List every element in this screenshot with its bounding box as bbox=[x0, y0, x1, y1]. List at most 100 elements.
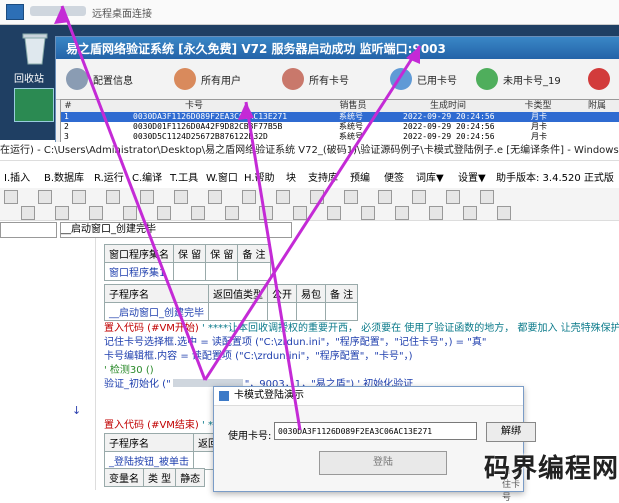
unbind-button[interactable]: 解绑 bbox=[486, 422, 536, 442]
unused-cards-button[interactable]: 未用卡号_19 bbox=[476, 63, 561, 95]
toolbar-button[interactable] bbox=[293, 206, 307, 220]
toolbar-button[interactable] bbox=[72, 190, 86, 204]
toolbar-button[interactable] bbox=[497, 206, 511, 220]
card-table[interactable]: # 卡号 销售员 生成时间 卡类型 附属 1 0030DA3F1126D089F… bbox=[60, 99, 619, 145]
toolbar-button[interactable] bbox=[310, 190, 324, 204]
code-line[interactable]: 置入代码 (#VM开始) ' ****让本回收调授权的重要开西， 必须要在 使用… bbox=[104, 319, 619, 334]
toolbar-button[interactable] bbox=[242, 190, 256, 204]
cell[interactable] bbox=[205, 262, 239, 281]
row-time: 2022-09-29 20:24:56 bbox=[403, 112, 495, 121]
code-line[interactable]: 卡号编辑框.内容 = 读配置项 ("C:\zrdun.ini"，"程序配置"，"… bbox=[104, 347, 413, 362]
toolbar-button[interactable] bbox=[38, 190, 52, 204]
table-row[interactable]: 1 0030DA3F1126D089F2EA3C06AC13E271 系统号 2… bbox=[61, 112, 619, 122]
cell[interactable]: 窗口程序集1 bbox=[104, 262, 174, 281]
cell[interactable]: __启动窗口_创建完毕 bbox=[104, 302, 209, 321]
toolbar-button[interactable] bbox=[174, 190, 188, 204]
assistant-version: 助手版本: 3.4.520 正式版 bbox=[496, 173, 614, 184]
menu-notes[interactable]: 便签 bbox=[384, 171, 404, 187]
variable-table: 变量名类 型静态 bbox=[104, 468, 206, 487]
col-time[interactable]: 生成时间 bbox=[393, 100, 504, 112]
toolbar-button[interactable] bbox=[225, 206, 239, 220]
toolbar-button[interactable] bbox=[276, 190, 290, 204]
object-combo[interactable] bbox=[0, 222, 57, 238]
col-type[interactable]: 卡类型 bbox=[503, 100, 574, 112]
unused-cards-label: 未用卡号_19 bbox=[503, 75, 561, 87]
cell[interactable] bbox=[172, 262, 207, 281]
subroutine-combo[interactable]: __启动窗口_创建完毕 bbox=[60, 222, 292, 238]
menu-help[interactable]: H.帮助 bbox=[244, 171, 275, 187]
card-number-label: 使用卡号: bbox=[228, 431, 272, 442]
menu-tools[interactable]: T.工具 bbox=[170, 171, 198, 187]
menu-block[interactable]: 块 bbox=[286, 171, 296, 187]
toolbar-button[interactable] bbox=[123, 206, 137, 220]
subroutine-table: 子程序名 返回值类型 公开 易包备 注 __启动窗口_创建完毕 bbox=[104, 284, 359, 321]
dialog-app-icon bbox=[219, 391, 229, 401]
login-button[interactable]: 登陆 bbox=[319, 451, 447, 475]
all-cards-button[interactable]: 所有卡号 bbox=[282, 63, 349, 95]
col-card[interactable]: 卡号 bbox=[75, 100, 314, 112]
row-seller: 系统号 bbox=[339, 132, 363, 141]
menu-insert[interactable]: I.插入 bbox=[4, 171, 30, 187]
toolbar-button[interactable] bbox=[361, 206, 375, 220]
code-line[interactable]: 记住卡号选择框.选中 = 读配置项 ("C:\zrdun.ini"，"程序配置"… bbox=[104, 333, 486, 348]
menu-database[interactable]: B.数据库 bbox=[44, 171, 84, 187]
cell: 保 留 bbox=[172, 244, 207, 263]
toolbar-button[interactable] bbox=[208, 190, 222, 204]
toolbar-button[interactable] bbox=[140, 190, 154, 204]
toolbar-button[interactable] bbox=[259, 206, 273, 220]
toolbar-button[interactable] bbox=[4, 190, 18, 204]
card-number-input[interactable]: 0030DA3F1126D089F2EA3C06AC13E271 bbox=[274, 422, 477, 440]
toolbar-button[interactable] bbox=[463, 206, 477, 220]
menu-settings[interactable]: 设置▼ bbox=[458, 171, 486, 187]
code-line[interactable]: 置入代码 (#VM结束) ' **** bbox=[104, 416, 228, 431]
used-cards-button[interactable]: 已用卡号 bbox=[390, 63, 457, 95]
row-type: 月卡 bbox=[531, 112, 547, 121]
config-label: 配置信息 bbox=[93, 75, 133, 87]
toolbar-button[interactable] bbox=[412, 190, 426, 204]
toolbar-button[interactable] bbox=[429, 206, 443, 220]
menu-lexicon[interactable]: 词库▼ bbox=[416, 171, 444, 187]
cell[interactable] bbox=[296, 302, 326, 321]
menu-compile[interactable]: C.编译 bbox=[132, 171, 162, 187]
toolbar-button[interactable] bbox=[446, 190, 460, 204]
cell: 窗口程序集名 bbox=[104, 244, 174, 263]
config-button[interactable]: 配置信息 bbox=[66, 63, 133, 95]
col-index[interactable]: # bbox=[61, 100, 76, 112]
toolbar-button[interactable] bbox=[344, 190, 358, 204]
row-card: 0030DA3F1126D089F2EA3C06AC13E271 bbox=[133, 112, 288, 121]
col-extra[interactable]: 附属 bbox=[573, 100, 619, 112]
menu-precompile[interactable]: 预编 bbox=[350, 171, 370, 187]
cell[interactable] bbox=[324, 302, 359, 321]
toolbar-button[interactable] bbox=[327, 206, 341, 220]
ide-menubar: I.插入 B.数据库 R.运行 C.编译 T.工具 W.窗口 H.帮助 块 支持… bbox=[0, 171, 619, 187]
toolbar-button[interactable] bbox=[106, 190, 120, 204]
desktop-app-icon[interactable] bbox=[14, 88, 54, 122]
cell[interactable]: _登陆按钮_被单击 bbox=[104, 451, 194, 470]
menu-run[interactable]: R.运行 bbox=[94, 171, 124, 187]
table-row[interactable]: 2 0030D01F1126D0A42F9D82CB3F77B5B 系统号 20… bbox=[61, 122, 619, 132]
col-seller[interactable]: 销售员 bbox=[313, 100, 394, 112]
table-row[interactable]: 3 0030D5C1124D25672B876122D32D 系统号 2022-… bbox=[61, 132, 619, 142]
used-cards-label: 已用卡号 bbox=[417, 75, 457, 87]
menu-libraries[interactable]: 支持库 bbox=[308, 171, 338, 187]
delete-button[interactable] bbox=[588, 63, 615, 95]
toolbar-button[interactable] bbox=[21, 206, 35, 220]
code-line[interactable]: ' 检测30 () bbox=[104, 361, 154, 376]
toolbar-button[interactable] bbox=[157, 206, 171, 220]
toolbar-button[interactable] bbox=[55, 206, 69, 220]
toolbar-button[interactable] bbox=[378, 190, 392, 204]
cell[interactable] bbox=[208, 302, 268, 321]
cell: 子程序名 bbox=[104, 284, 209, 303]
toolbar-button[interactable] bbox=[89, 206, 103, 220]
row-card: 0030D01F1126D0A42F9D82CB3F77B5B bbox=[133, 122, 283, 131]
auth-title-text: 易之盾网络验证系统 [永久免费] V72 服务器启动成功 监听端口:9003 bbox=[66, 42, 446, 56]
cell[interactable] bbox=[267, 302, 297, 321]
recycle-bin-icon[interactable] bbox=[18, 30, 52, 66]
cell[interactable] bbox=[237, 262, 271, 281]
toolbar-button[interactable] bbox=[480, 190, 494, 204]
toolbar-button[interactable] bbox=[191, 206, 205, 220]
menu-window[interactable]: W.窗口 bbox=[206, 171, 238, 187]
toolbar-button[interactable] bbox=[395, 206, 409, 220]
all-users-button[interactable]: 所有用户 bbox=[174, 63, 241, 95]
all-cards-label: 所有卡号 bbox=[309, 75, 349, 87]
